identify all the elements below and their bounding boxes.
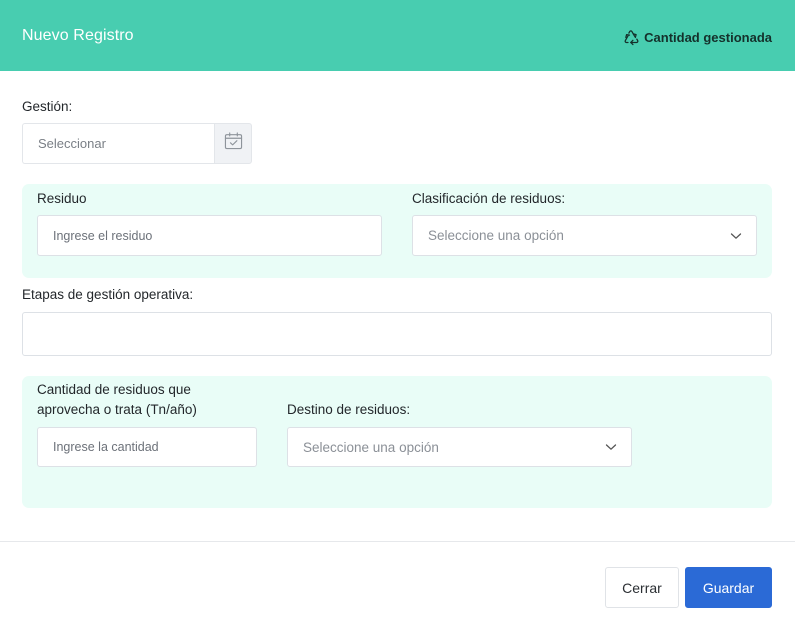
- header-right-label: Cantidad gestionada: [644, 30, 772, 45]
- close-button[interactable]: Cerrar: [605, 567, 679, 608]
- gestion-label: Gestión:: [22, 99, 73, 114]
- header-right-badge: Cantidad gestionada: [623, 29, 772, 46]
- residuo-input[interactable]: [37, 215, 382, 256]
- destino-label: Destino de residuos:: [287, 402, 411, 417]
- destino-selected: Seleccione una opción: [303, 439, 439, 455]
- recycle-icon: [623, 29, 640, 46]
- gestion-date-input[interactable]: [22, 123, 214, 164]
- destino-select[interactable]: Seleccione una opción: [287, 427, 632, 467]
- calendar-check-icon: [224, 132, 243, 155]
- clasificacion-label: Clasificación de residuos:: [412, 191, 566, 206]
- gestion-date-picker[interactable]: [22, 123, 252, 164]
- cantidad-label-line1: Cantidad de residuos que: [37, 382, 191, 397]
- chevron-down-icon: [605, 438, 617, 456]
- modal-header: Nuevo Registro Cantidad gestionada: [0, 0, 795, 71]
- modal-title: Nuevo Registro: [22, 26, 134, 44]
- save-button[interactable]: Guardar: [685, 567, 772, 608]
- cantidad-input[interactable]: [37, 427, 257, 467]
- etapas-label: Etapas de gestión operativa:: [22, 287, 194, 302]
- cantidad-label-line2: aprovecha o trata (Tn/año): [37, 402, 197, 417]
- clasificacion-select[interactable]: Seleccione una opción: [412, 215, 757, 256]
- calendar-button[interactable]: [214, 123, 252, 164]
- footer-divider: [0, 541, 795, 542]
- etapas-input[interactable]: [22, 312, 772, 356]
- residuo-label: Residuo: [37, 191, 87, 206]
- clasificacion-selected: Seleccione una opción: [428, 228, 564, 243]
- chevron-down-icon: [730, 227, 742, 245]
